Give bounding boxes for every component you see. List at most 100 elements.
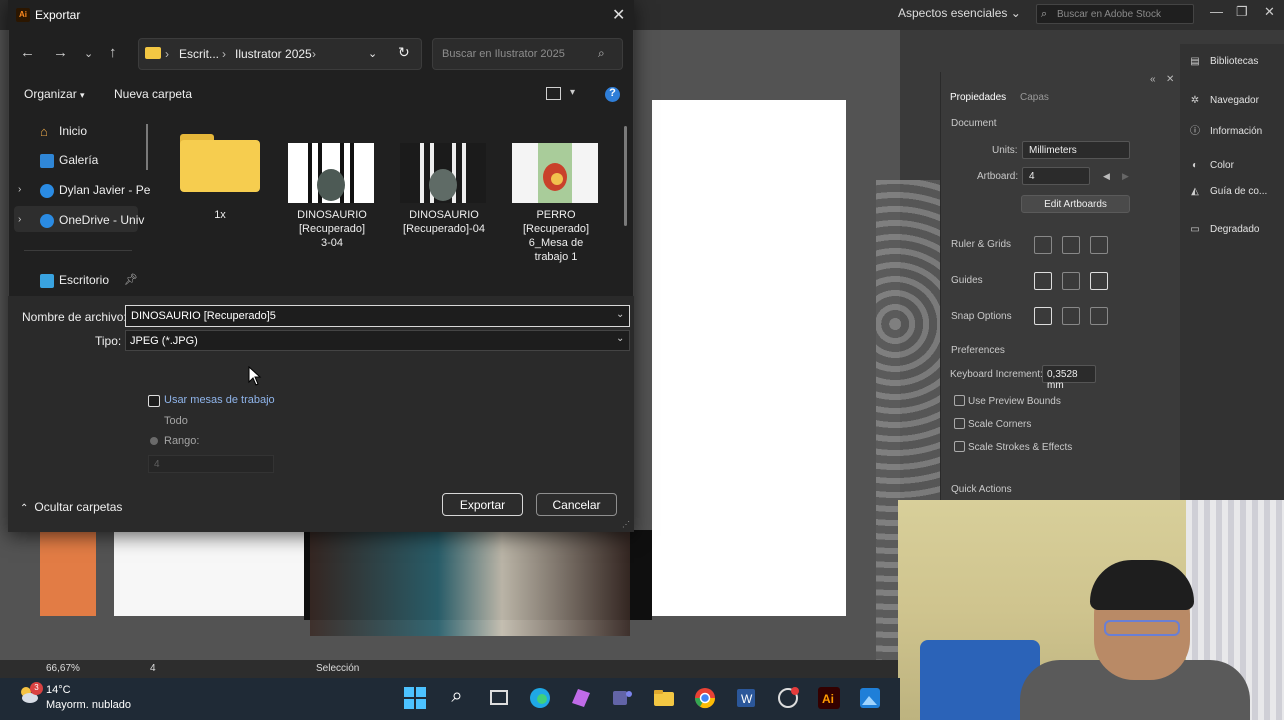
collapse-panel-icon[interactable]: «	[1150, 74, 1156, 85]
new-folder-button[interactable]: Nueva carpeta	[114, 87, 192, 101]
dock-libraries[interactable]: ▤ Bibliotecas	[1188, 56, 1258, 67]
snap-to-pixel-icon[interactable]	[1062, 307, 1080, 325]
nav-item-galeria[interactable]: Galería	[59, 153, 98, 167]
windows-start-icon[interactable]	[402, 685, 428, 711]
up-arrow-icon[interactable]: ↑	[109, 44, 117, 61]
weather-temperature[interactable]: 14°C	[46, 684, 71, 696]
dock-navigator[interactable]: ✲ Navegador	[1188, 95, 1259, 106]
snap-to-glyph-icon[interactable]	[1090, 307, 1108, 325]
folder-icon[interactable]	[180, 128, 260, 192]
use-preview-bounds-checkbox[interactable]	[954, 395, 965, 406]
snap-to-point-icon[interactable]	[1034, 307, 1052, 325]
smart-guides-icon[interactable]	[1090, 272, 1108, 290]
search-icon[interactable]: ⌕	[444, 685, 470, 711]
refresh-icon[interactable]: ↻	[398, 44, 410, 61]
export-button[interactable]: Exportar	[442, 493, 523, 516]
panel-close-icon[interactable]: ✕	[1166, 74, 1174, 85]
dinosaur-artwork[interactable]	[310, 530, 630, 636]
previous-artboard-icon[interactable]: ◀	[1103, 171, 1110, 182]
close-icon[interactable]: ✕	[612, 5, 625, 25]
file-item-label[interactable]: DINOSAURIO [Recuperado] 3-04	[277, 208, 387, 250]
edit-artboards-button[interactable]: Edit Artboards	[1021, 195, 1130, 213]
artboard-select[interactable]: 4	[1022, 167, 1090, 185]
chrome-icon[interactable]	[692, 685, 718, 711]
recent-locations-chevron-icon[interactable]: ⌄	[84, 47, 93, 60]
nav-item-onedrive-university[interactable]: OneDrive - Univ	[59, 213, 144, 227]
artboard[interactable]	[652, 100, 846, 616]
nav-item-escritorio[interactable]: Escritorio	[59, 273, 109, 287]
image-thumbnail[interactable]	[288, 143, 374, 203]
image-thumbnail[interactable]	[400, 143, 486, 203]
obs-recording-icon[interactable]	[775, 685, 801, 711]
app-close-icon[interactable]: ✕	[1264, 4, 1275, 20]
photos-icon[interactable]	[857, 685, 883, 711]
tab-properties[interactable]: Propiedades	[950, 92, 1006, 103]
view-options-chevron-icon[interactable]: ▾	[570, 87, 575, 98]
address-history-chevron-icon[interactable]: ⌄	[368, 47, 377, 60]
teams-icon[interactable]	[609, 685, 635, 711]
units-label: Units:	[992, 145, 1018, 156]
file-item-label[interactable]: PERRO [Recuperado] 6_Mesa de trabajo 1	[501, 208, 611, 264]
adobe-stock-search[interactable]: ⌕ Buscar en Adobe Stock	[1036, 4, 1194, 24]
chevron-down-icon[interactable]: ⌄	[616, 333, 624, 344]
dock-color[interactable]: ◐ Color	[1188, 160, 1234, 171]
ruler-icon[interactable]	[1034, 236, 1052, 254]
breadcrumb-escritorio[interactable]: Escrit...	[179, 47, 219, 61]
file-item-label[interactable]: DINOSAURIO [Recuperado]-04	[389, 208, 499, 236]
file-item-label[interactable]: 1x	[165, 208, 275, 222]
help-icon[interactable]: ?	[605, 87, 620, 102]
dock-color-guide[interactable]: ◭ Guía de co...	[1188, 186, 1267, 197]
illustrator-taskbar-icon[interactable]: Ai	[816, 685, 842, 711]
range-radio-label[interactable]: Rango:	[164, 435, 199, 447]
folder-search-input[interactable]: Buscar en Ilustrator 2025	[432, 38, 623, 70]
hide-folders-button[interactable]: ⌃ Ocultar carpetas	[20, 500, 122, 514]
word-icon[interactable]: W	[733, 685, 759, 711]
scale-strokes-checkbox[interactable]	[954, 441, 965, 452]
use-artboards-checkbox[interactable]	[148, 395, 160, 407]
transparency-grid-icon[interactable]	[1090, 236, 1108, 254]
tab-layers[interactable]: Capas	[1020, 92, 1049, 103]
nav-scrollbar[interactable]	[146, 124, 148, 170]
artboard[interactable]	[40, 532, 96, 616]
back-arrow-icon[interactable]: ←	[20, 44, 35, 61]
view-mode-icon[interactable]	[546, 87, 561, 100]
scale-corners-checkbox[interactable]	[954, 418, 965, 429]
chevron-down-icon[interactable]: ⌄	[616, 309, 624, 320]
lock-guides-icon[interactable]	[1062, 272, 1080, 290]
nav-item-inicio[interactable]: Inicio	[59, 124, 87, 138]
expand-chevron-icon[interactable]: ›	[18, 214, 21, 225]
show-guides-icon[interactable]	[1034, 272, 1052, 290]
edge-icon[interactable]	[527, 685, 553, 711]
organize-menu-button[interactable]: Organizar ▾	[24, 87, 85, 101]
workspace-switcher[interactable]: Aspectos esenciales ⌄	[898, 6, 1021, 20]
file-list-scrollbar[interactable]	[624, 126, 627, 226]
use-artboards-label[interactable]: Usar mesas de trabajo	[164, 394, 275, 406]
dock-gradient[interactable]: ▭ Degradado	[1188, 224, 1259, 235]
forward-arrow-icon[interactable]: →	[53, 44, 68, 61]
all-radio-label[interactable]: Todo	[164, 415, 188, 427]
zoom-level[interactable]: 66,67%	[46, 663, 80, 674]
restore-icon[interactable]: ❐	[1236, 4, 1248, 20]
range-input[interactable]: 4	[148, 455, 274, 473]
minimize-icon[interactable]: —	[1210, 4, 1223, 19]
expand-chevron-icon[interactable]: ›	[18, 184, 21, 195]
image-thumbnail[interactable]	[512, 143, 598, 203]
weather-description[interactable]: Mayorm. nublado	[46, 699, 131, 711]
file-type-select[interactable]: JPEG (*.JPG)	[125, 330, 630, 351]
cancel-button[interactable]: Cancelar	[536, 493, 617, 516]
copilot-icon[interactable]	[568, 685, 594, 711]
dock-info[interactable]: ⓘ Información	[1188, 122, 1262, 137]
resize-grip-icon[interactable]: ⋰	[622, 520, 630, 529]
artboard[interactable]	[114, 530, 304, 616]
units-select[interactable]: Millimeters	[1022, 141, 1130, 159]
filename-input[interactable]: DINOSAURIO [Recuperado]5	[125, 305, 630, 327]
range-radio[interactable]	[150, 437, 158, 445]
file-explorer-icon[interactable]	[651, 685, 677, 711]
artboard-navigator[interactable]: 4	[150, 663, 156, 674]
grid-icon[interactable]	[1062, 236, 1080, 254]
keyboard-increment-field[interactable]: 0,3528 mm	[1042, 365, 1096, 391]
task-view-icon[interactable]	[486, 685, 512, 711]
next-artboard-icon[interactable]: ▶	[1122, 171, 1129, 182]
nav-item-onedrive-personal[interactable]: Dylan Javier - Pe	[59, 183, 150, 197]
breadcrumb-ilustrator-2025[interactable]: Ilustrator 2025	[235, 47, 312, 61]
